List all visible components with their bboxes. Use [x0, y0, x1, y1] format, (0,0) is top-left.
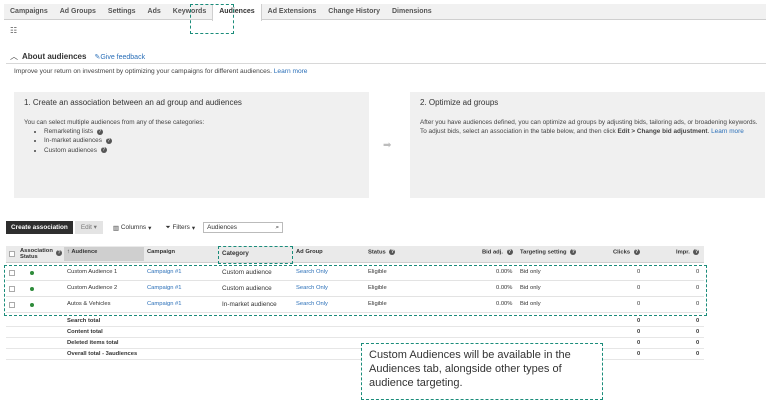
audiences-tab-highlight: [190, 4, 234, 34]
col-impr[interactable]: Impr. ?: [676, 249, 700, 256]
select-all-checkbox[interactable]: [9, 251, 15, 257]
col-targeting-label: Targeting setting: [520, 249, 567, 256]
columns-label: Columns: [120, 224, 147, 231]
col-targeting-setting[interactable]: Targeting setting ?: [520, 249, 577, 256]
total-label: Content total: [67, 329, 103, 335]
tab-change-history[interactable]: Change History: [322, 4, 386, 20]
col-status[interactable]: Status ?: [368, 249, 396, 256]
tab-ad-extensions[interactable]: Ad Extensions: [262, 4, 323, 20]
category-list: Remarketing lists ? In-market audiences …: [24, 127, 204, 155]
list-item: Remarketing lists ?: [44, 127, 204, 136]
help-icon[interactable]: ?: [96, 128, 103, 135]
columns-icon: ▥: [112, 224, 119, 232]
total-label: Deleted items total: [67, 340, 119, 346]
create-association-button[interactable]: Create association: [6, 221, 73, 234]
tab-ads[interactable]: Ads: [142, 4, 167, 20]
sort-up-icon: ↑: [67, 249, 70, 255]
chevron-down-icon: ▾: [191, 224, 196, 232]
total-impr: 0: [696, 318, 700, 324]
rows-highlight: [4, 265, 707, 316]
total-row: Content total 0 0: [6, 327, 704, 338]
col-clicks-label: Clicks: [613, 249, 631, 256]
help-icon[interactable]: ?: [506, 249, 513, 255]
help-icon[interactable]: ?: [389, 249, 396, 255]
about-header: ︿ About audiences ✎Give feedback: [10, 51, 145, 62]
help-icon[interactable]: ?: [100, 146, 107, 153]
intro-text: Improve your return on investment by opt…: [14, 68, 307, 75]
panel1-text: You can select multiple audiences from a…: [24, 119, 205, 126]
list-item: Custom audiences ?: [44, 146, 204, 155]
filter-icon: ⏷: [165, 223, 171, 231]
intro-sentence: Improve your return on investment by opt…: [14, 68, 272, 75]
chevron-down-icon: ▾: [93, 224, 97, 231]
tab-campaigns[interactable]: Campaigns: [4, 4, 54, 20]
give-feedback-link[interactable]: ✎Give feedback: [94, 53, 145, 61]
help-icon[interactable]: ?: [105, 137, 112, 144]
search-icon[interactable]: ⌕: [275, 223, 279, 232]
total-row: Search total 0 0: [6, 316, 704, 327]
col-audience-label: Audience: [71, 249, 98, 255]
filters-button[interactable]: ⏷ Filters ▾: [165, 224, 195, 232]
help-icon[interactable]: ?: [633, 249, 640, 255]
annotation-callout: Custom Audiences will be available in th…: [361, 343, 603, 400]
about-title: About audiences: [22, 52, 87, 61]
col-bid-adj[interactable]: Bid adj. ?: [482, 249, 513, 256]
tab-ad-groups[interactable]: Ad Groups: [54, 4, 102, 20]
help-icon[interactable]: ?: [693, 249, 700, 255]
tab-bar: Campaigns Ad Groups Settings Ads Keyword…: [4, 4, 766, 21]
help-icon[interactable]: ?: [56, 250, 62, 256]
create-association-panel: 1. Create an association between an ad g…: [14, 92, 369, 198]
total-clicks: 0: [637, 351, 641, 357]
col-impr-label: Impr.: [676, 249, 690, 256]
panel1-body: You can select multiple audiences from a…: [24, 118, 204, 155]
table-toolbar: Create association Edit ▾ ▥ Columns ▾ ⏷ Fil…: [6, 221, 284, 234]
panel2-learn-more-link[interactable]: Learn more: [711, 128, 744, 135]
panel1-title: 1. Create an association between an ad g…: [24, 98, 242, 107]
category-column-highlight: [218, 246, 293, 264]
search-value: Audiences: [207, 224, 237, 231]
total-impr: 0: [696, 351, 700, 357]
edit-label: Edit: [80, 224, 92, 231]
columns-button[interactable]: ▥ Columns ▾: [113, 224, 151, 232]
col-clicks[interactable]: Clicks ?: [613, 249, 640, 256]
total-impr: 0: [696, 329, 700, 335]
arrow-right-icon: ➡: [383, 140, 392, 151]
total-impr: 0: [696, 340, 700, 346]
panel2-bold: Edit > Change bid adjustment: [617, 128, 708, 136]
tab-settings[interactable]: Settings: [102, 4, 142, 20]
category-custom: Custom audiences: [44, 146, 97, 154]
chart-toggle-icon[interactable]: ☷: [10, 26, 17, 35]
category-in-market: In-market audiences: [44, 137, 102, 145]
filters-label: Filters: [172, 224, 190, 231]
col-bid-label: Bid adj.: [482, 249, 503, 256]
edit-button[interactable]: Edit ▾: [74, 221, 103, 234]
collapse-chevron-icon[interactable]: ︿: [10, 51, 18, 62]
total-label: Overall total - 3audiences: [67, 351, 138, 357]
panel2-body: After you have audiences defined, you ca…: [420, 119, 758, 136]
total-label: Search total: [67, 318, 101, 324]
col-ad-group[interactable]: Ad Group: [296, 249, 323, 255]
divider: [6, 63, 766, 64]
give-feedback-label: Give feedback: [100, 53, 146, 61]
category-remarketing: Remarketing lists: [44, 128, 94, 136]
search-input[interactable]: Audiences ⌕: [203, 222, 284, 233]
total-clicks: 0: [637, 340, 641, 346]
col-audience[interactable]: ↑ Audience: [64, 247, 144, 261]
col-status-label: Status: [368, 249, 386, 256]
table-header: Association Status ? ↑ Audience Campaign…: [6, 246, 704, 263]
learn-more-link[interactable]: Learn more: [274, 68, 308, 75]
panel2-title: 2. Optimize ad groups: [420, 98, 499, 107]
optimize-panel: 2. Optimize ad groups After you have aud…: [410, 92, 765, 198]
help-icon[interactable]: ?: [570, 249, 577, 255]
total-clicks: 0: [637, 318, 641, 324]
tab-dimensions[interactable]: Dimensions: [386, 4, 438, 20]
chevron-down-icon: ▾: [148, 224, 152, 232]
list-item: In-market audiences ?: [44, 136, 204, 145]
col-association-status[interactable]: Association Status: [20, 248, 58, 261]
col-campaign[interactable]: Campaign: [147, 249, 175, 255]
total-clicks: 0: [637, 329, 641, 335]
